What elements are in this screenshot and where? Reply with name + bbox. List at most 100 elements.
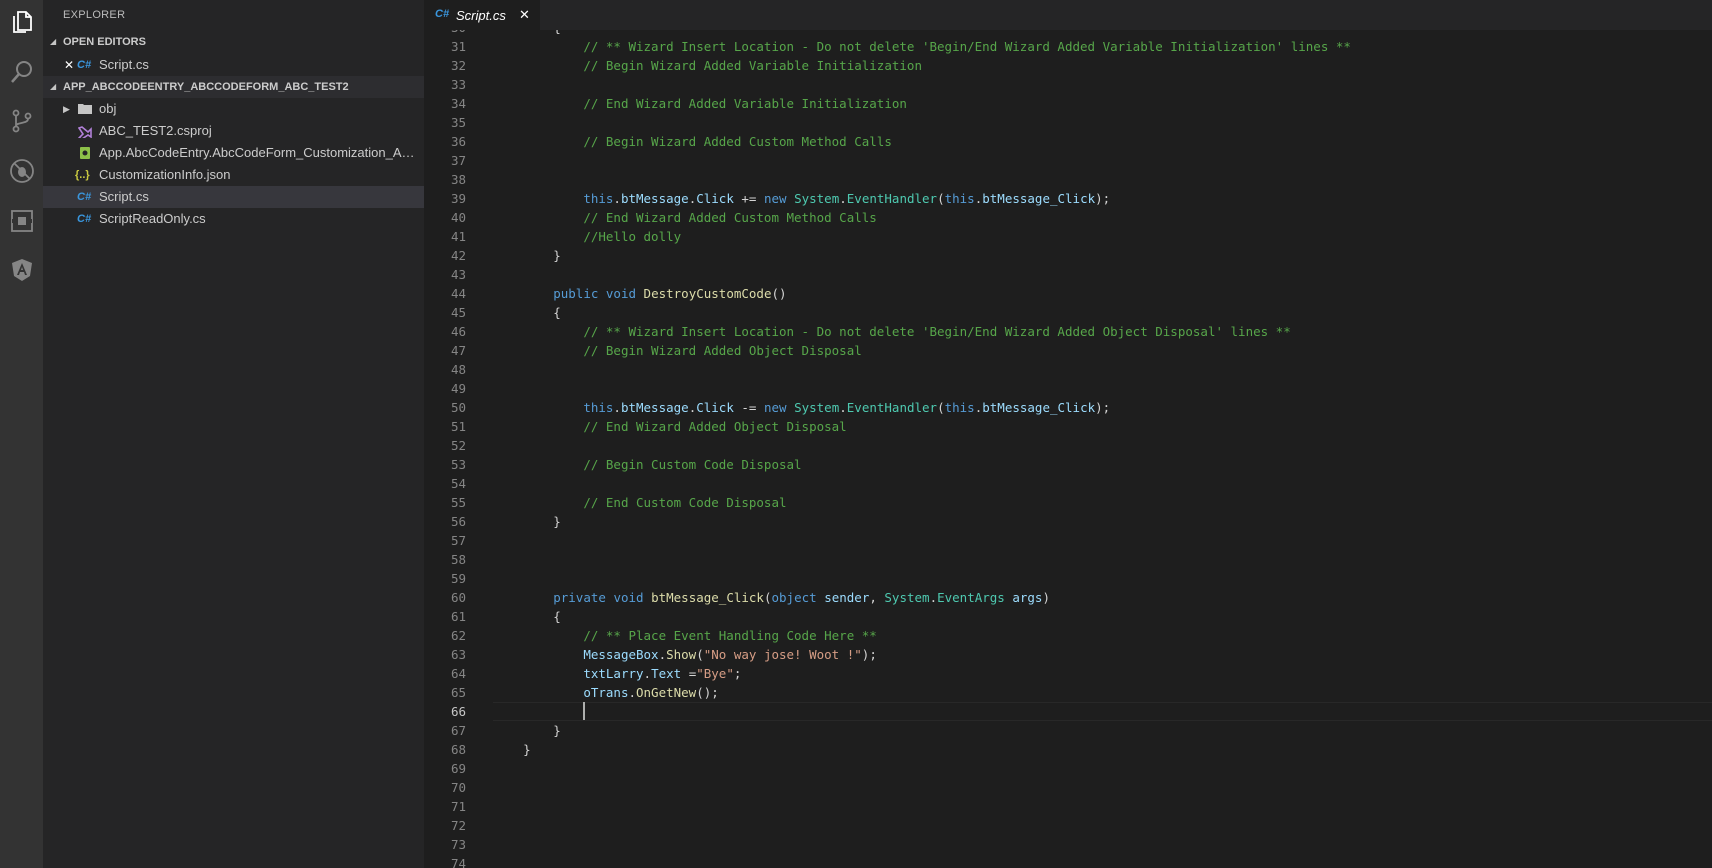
code-line[interactable]: } [493, 740, 531, 759]
close-icon[interactable]: ✕ [64, 54, 74, 76]
code-line[interactable]: MessageBox.Show("No way jose! Woot !"); [493, 645, 877, 664]
tree-item-obj[interactable]: ▶ obj [43, 98, 424, 120]
code-line[interactable]: // End Wizard Added Object Disposal [493, 417, 846, 436]
line-number: 47 [450, 343, 466, 358]
line-number: 51 [450, 419, 466, 434]
code-line[interactable]: { [493, 303, 561, 322]
code-token: , [869, 590, 885, 605]
code-token: = [681, 666, 697, 681]
line-number: 71 [450, 799, 466, 814]
code-line[interactable]: this.btMessage.Click += new System.Event… [493, 189, 1110, 208]
code-line[interactable]: // End Wizard Added Custom Method Calls [493, 208, 877, 227]
code-editor[interactable]: 30 31 32 33 34 35 36 37 38 39 40 41 42 43 44 45 46 47 48 49… [424, 30, 1712, 868]
close-icon[interactable]: ✕ [519, 7, 530, 23]
code-token: btMessage_Click [982, 400, 1096, 415]
tree-item-csproj[interactable]: ABC_TEST2.csproj [43, 120, 424, 142]
code-token: { [493, 30, 561, 35]
code-line[interactable]: txtLarry.Text ="Bye"; [493, 664, 741, 683]
code-token: // ** Place Event Handling Code Here ** [583, 628, 877, 643]
open-editor-item[interactable]: ✕ C# Script.cs [43, 54, 424, 76]
code-line[interactable]: } [493, 246, 561, 265]
visual-studio-icon [78, 124, 92, 138]
code-line[interactable]: } [493, 512, 561, 531]
tree-item-package[interactable]: App.AbcCodeEntry.AbcCodeForm_Customizati… [43, 142, 424, 164]
line-number: 37 [450, 153, 466, 168]
code-token: oTrans [583, 685, 629, 700]
line-number: 43 [450, 267, 466, 282]
open-editor-label: Script.cs [99, 57, 149, 72]
code-token: //Hello dolly [583, 229, 682, 244]
code-token: () [771, 286, 787, 301]
line-number: 50 [450, 400, 466, 415]
code-line[interactable]: { [493, 607, 561, 626]
line-number: 31 [450, 39, 466, 54]
line-number: 42 [450, 248, 466, 263]
line-number: 59 [450, 571, 466, 586]
code-token: this [944, 400, 975, 415]
code-token: "Bye" [696, 666, 734, 681]
tree-item-json[interactable]: {..} CustomizationInfo.json [43, 164, 424, 186]
code-token: ( [763, 590, 772, 605]
code-token: } [493, 248, 561, 263]
extensions-icon[interactable] [0, 201, 43, 241]
code-token: // Begin Wizard Added Custom Method Call… [583, 134, 892, 149]
line-number: 69 [450, 761, 466, 776]
code-line[interactable]: // ** Place Event Handling Code Here ** [493, 626, 877, 645]
project-folder-header[interactable]: ◢ APP_ABCCODEENTRY_ABCCODEFORM_ABC_TEST2 [43, 76, 424, 98]
code-token: Click [696, 400, 734, 415]
csharp-file-icon: C# [77, 191, 92, 203]
code-token: ); [1095, 400, 1111, 415]
tab-script-cs[interactable]: C# Script.cs ✕ [424, 0, 540, 31]
debug-icon[interactable] [0, 151, 43, 191]
code-token: new [763, 400, 787, 415]
tree-item-script[interactable]: C# Script.cs [43, 186, 424, 208]
code-token: // Begin Wizard Added Object Disposal [583, 343, 862, 358]
code-token: Text [651, 666, 682, 681]
code-line[interactable]: // End Wizard Added Variable Initializat… [493, 94, 907, 113]
code-token: ; [733, 666, 742, 681]
code-line[interactable]: } [493, 721, 561, 740]
source-control-icon[interactable] [0, 101, 43, 141]
code-line[interactable]: // Begin Custom Code Disposal [493, 455, 801, 474]
angular-icon[interactable] [0, 250, 43, 290]
csharp-file-icon: C# [77, 59, 92, 71]
files-icon[interactable] [0, 2, 43, 42]
code-line[interactable]: // ** Wizard Insert Location - Do not de… [493, 322, 1291, 341]
code-line[interactable]: // End Custom Code Disposal [493, 493, 786, 512]
code-line[interactable]: this.btMessage.Click -= new System.Event… [493, 398, 1110, 417]
open-editors-header[interactable]: ◢ OPEN EDITORS [43, 31, 424, 53]
code-line[interactable]: private void btMessage_Click(object send… [493, 588, 1050, 607]
code-line[interactable]: public void DestroyCustomCode() [493, 284, 787, 303]
code-line[interactable] [493, 702, 583, 721]
code-token: // Begin Wizard Added Variable Initializ… [583, 58, 922, 73]
tree-item-scriptreadonly[interactable]: C# ScriptReadOnly.cs [43, 208, 424, 230]
code-line[interactable]: //Hello dolly [493, 227, 681, 246]
code-token: args [1012, 590, 1043, 605]
code-line[interactable]: // Begin Wizard Added Variable Initializ… [493, 56, 922, 75]
code-token: += [733, 191, 764, 206]
line-number: 39 [450, 191, 466, 206]
code-token: . [628, 685, 636, 700]
code-token: System [794, 400, 840, 415]
code-token: DestroyCustomCode [643, 286, 772, 301]
code-line[interactable]: // Begin Wizard Added Object Disposal [493, 341, 862, 360]
code-line[interactable]: // ** Wizard Insert Location - Do not de… [493, 37, 1351, 56]
code-line[interactable]: oTrans.OnGetNew(); [493, 683, 719, 702]
code-token: (); [696, 685, 719, 700]
code-token: // End Wizard Added Variable Initializat… [583, 96, 907, 111]
code-line[interactable]: { [493, 30, 561, 37]
search-icon[interactable] [0, 52, 43, 92]
line-number: 41 [450, 229, 466, 244]
code-line[interactable]: // Begin Wizard Added Custom Method Call… [493, 132, 892, 151]
line-number: 74 [450, 856, 466, 868]
code-token: -= [733, 400, 764, 415]
current-line-highlight [493, 702, 1712, 721]
code-token: // ** Wizard Insert Location - Do not de… [583, 324, 1291, 339]
